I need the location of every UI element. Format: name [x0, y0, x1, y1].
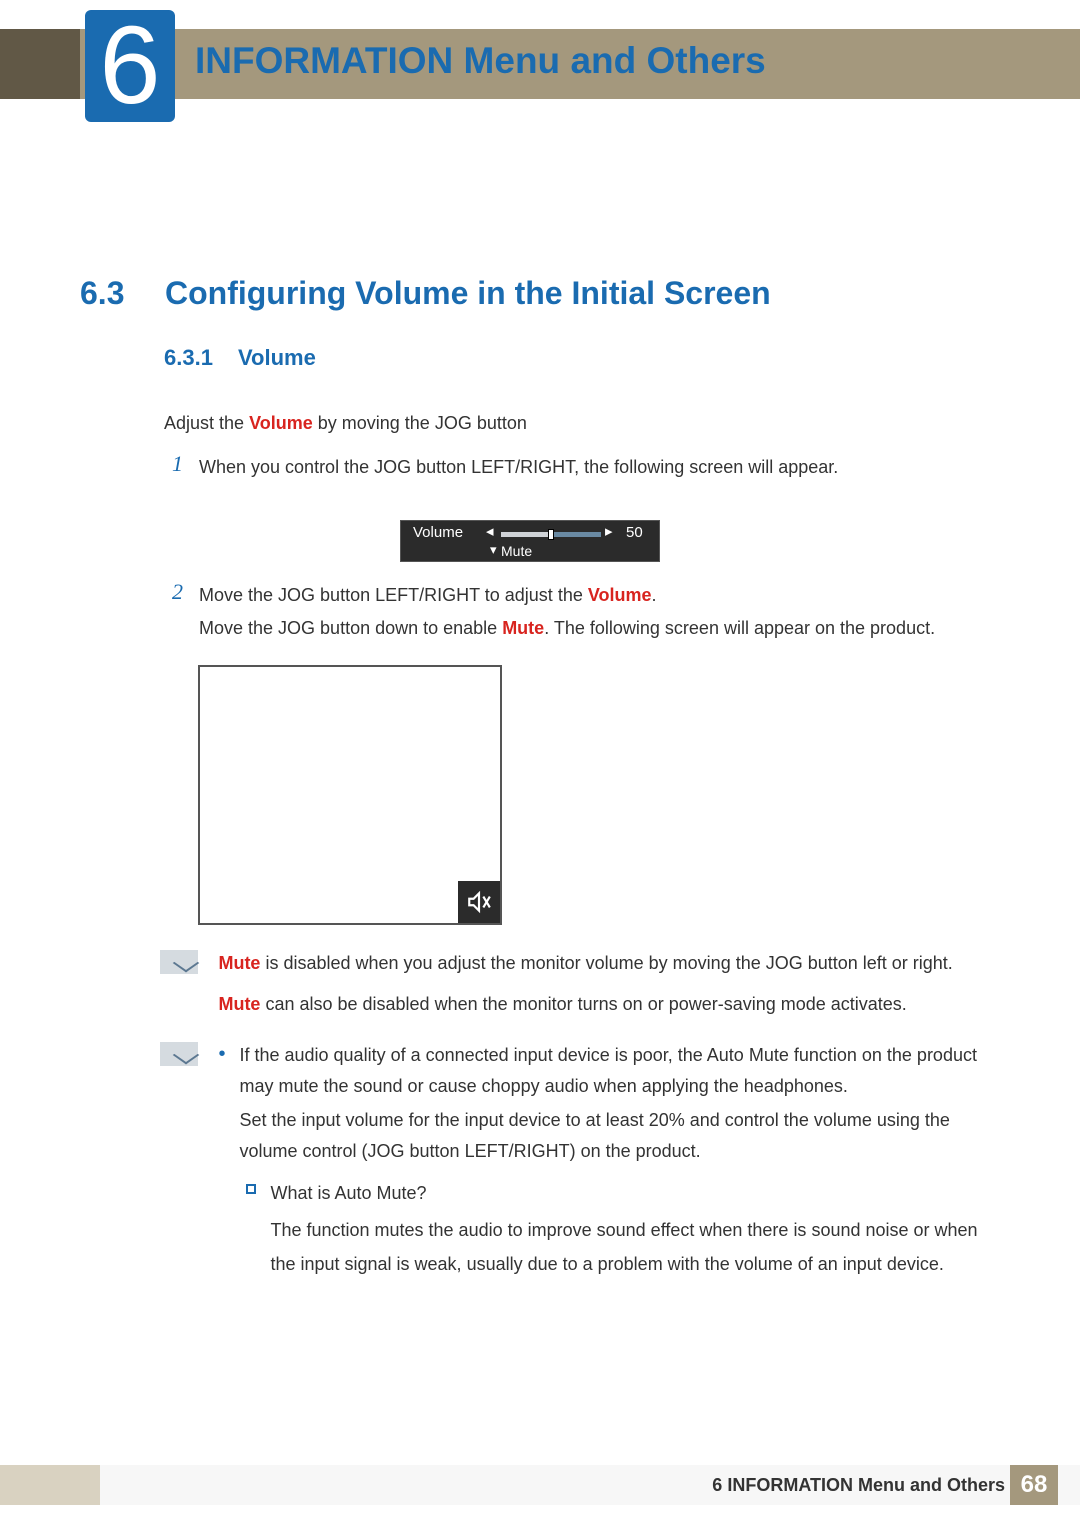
step-2a-bold: Volume	[588, 585, 652, 605]
note1-line2-bold: Mute	[218, 994, 260, 1014]
osd-arrow-right-icon: ▸	[605, 522, 613, 540]
footer-left-stripe	[0, 1465, 100, 1505]
intro-prefix: Adjust the	[164, 413, 249, 433]
note2-b1a: If the audio quality of a connected inpu…	[239, 1040, 978, 1101]
product-screen-illustration	[198, 665, 502, 925]
intro-text: Adjust the Volume by moving the JOG butt…	[164, 413, 527, 434]
intro-bold: Volume	[249, 413, 313, 433]
section-title: Configuring Volume in the Initial Screen	[165, 275, 771, 312]
step-2b-bold: Mute	[502, 618, 544, 638]
chapter-number-badge: 6	[85, 10, 175, 122]
note2-sub-q: What is Auto Mute?	[270, 1176, 978, 1210]
note2-bullet-1: • If the audio quality of a connected in…	[218, 1040, 978, 1166]
note1-line2: Mute can also be disabled when the monit…	[218, 989, 978, 1020]
mute-icon	[458, 881, 500, 923]
header-left-stripe	[0, 29, 80, 99]
note-icon	[160, 1042, 198, 1066]
osd-slider-fill	[501, 532, 551, 537]
footer-chapter-num: 6	[712, 1475, 722, 1495]
note-icon	[160, 950, 198, 974]
step-2a-text: Move the JOG button LEFT/RIGHT to adjust…	[199, 585, 657, 606]
footer-page-number: 68	[1010, 1465, 1058, 1505]
step-2-number: 2	[163, 579, 183, 605]
osd-mute-arrow-icon: ▾	[490, 542, 497, 558]
note1-line1: Mute is disabled when you adjust the mon…	[218, 948, 978, 979]
note2-sub-a: The function mutes the audio to improve …	[270, 1213, 978, 1281]
osd-volume-value: 50	[626, 524, 643, 541]
osd-mute-label: Mute	[501, 543, 532, 559]
note1-line2-rest: can also be disabled when the monitor tu…	[260, 994, 906, 1014]
step-2b-text: Move the JOG button down to enable Mute.…	[199, 618, 935, 639]
step-2b-prefix: Move the JOG button down to enable	[199, 618, 502, 638]
bullet-dot-icon: •	[218, 1040, 225, 1166]
osd-arrow-left-icon: ◂	[486, 522, 494, 540]
chapter-title: INFORMATION Menu and Others	[195, 40, 766, 82]
step-1-text: When you control the JOG button LEFT/RIG…	[199, 457, 838, 478]
note1-line1-bold: Mute	[218, 953, 260, 973]
step-2b-suffix: . The following screen will appear on th…	[544, 618, 935, 638]
sub-bullet-icon	[246, 1184, 256, 1194]
step-1-number: 1	[163, 451, 183, 477]
footer-chapter-title: INFORMATION Menu and Others	[727, 1475, 1005, 1495]
note2-sub-bullet: What is Auto Mute? The function mutes th…	[246, 1176, 978, 1281]
step-2a-prefix: Move the JOG button LEFT/RIGHT to adjust…	[199, 585, 588, 605]
subsection-number: 6.3.1	[164, 345, 213, 371]
subsection-title: Volume	[238, 345, 316, 371]
volume-osd: Volume ◂ ▸ 50 ▾ Mute	[400, 520, 660, 562]
note-block-1: Mute is disabled when you adjust the mon…	[160, 948, 990, 1019]
osd-volume-label: Volume	[413, 524, 463, 541]
note1-line1-rest: is disabled when you adjust the monitor …	[260, 953, 952, 973]
note-block-2: • If the audio quality of a connected in…	[160, 1040, 990, 1281]
step-2a-suffix: .	[652, 585, 657, 605]
intro-suffix: by moving the JOG button	[313, 413, 527, 433]
footer-text: 6 INFORMATION Menu and Others	[712, 1475, 1005, 1496]
section-number: 6.3	[80, 275, 124, 312]
osd-slider-handle	[548, 529, 554, 540]
note2-b1b: Set the input volume for the input devic…	[239, 1105, 978, 1166]
